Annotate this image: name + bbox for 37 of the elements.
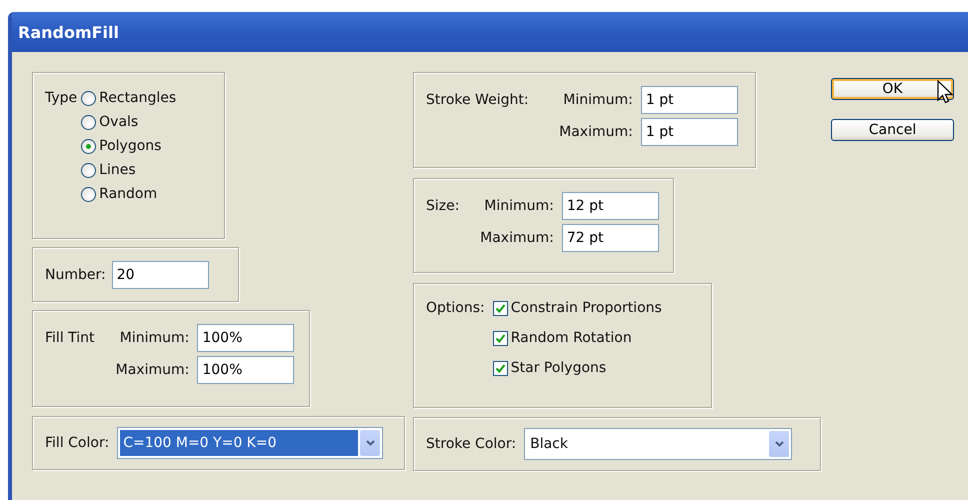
fill-tint-label: Fill Tint xyxy=(45,330,96,346)
radio-option[interactable]: Ovals xyxy=(81,114,176,130)
fill-color-label: Fill Color: xyxy=(45,435,110,451)
size-label: Size: xyxy=(426,198,460,214)
checkbox-option[interactable]: Random Rotation xyxy=(492,330,662,346)
options-label: Options: xyxy=(426,300,485,318)
maximum-label: Maximum: xyxy=(479,230,554,246)
minimum-field[interactable]: 100% xyxy=(197,324,294,352)
cancel-button[interactable]: Cancel xyxy=(831,119,954,141)
maximum-field[interactable]: 1 pt xyxy=(640,118,738,146)
number-field[interactable]: 20 xyxy=(112,260,209,288)
mouse-pointer-icon xyxy=(937,80,953,104)
stroke-color-dropdown[interactable]: Black xyxy=(524,428,792,460)
maximum-field[interactable]: 72 pt xyxy=(562,224,659,252)
radio-option[interactable]: Rectangles xyxy=(81,90,176,106)
fill-color-dropdown[interactable]: C=100 M=0 Y=0 K=0 xyxy=(117,427,384,459)
dropdown-value: C=100 M=0 Y=0 K=0 xyxy=(120,430,358,456)
radio-option[interactable]: Lines xyxy=(81,162,176,178)
checkbox-option[interactable]: Constrain Proportions xyxy=(492,300,662,316)
minimum-label: Minimum: xyxy=(483,198,554,214)
maximum-field[interactable]: 100% xyxy=(197,356,294,384)
stroke-color-label: Stroke Color: xyxy=(426,436,516,452)
minimum-label: Minimum: xyxy=(562,92,633,108)
dropdown-value: Black xyxy=(529,435,569,454)
radio-option[interactable]: Random xyxy=(81,186,176,202)
radio-option[interactable]: Polygons xyxy=(81,138,176,154)
maximum-label: Maximum: xyxy=(558,124,633,140)
minimum-field[interactable]: 12 pt xyxy=(562,192,659,220)
maximum-label: Maximum: xyxy=(114,362,190,378)
minimum-label: Minimum: xyxy=(118,330,190,346)
number-label: Number: xyxy=(45,266,106,282)
stroke-weight-label: Stroke Weight: xyxy=(426,92,530,108)
type-label: Type xyxy=(45,90,78,108)
checkbox-option[interactable]: Star Polygons xyxy=(492,360,662,376)
window-title: RandomFill xyxy=(18,22,120,42)
minimum-field[interactable]: 1 pt xyxy=(640,86,738,114)
ok-button[interactable]: OK xyxy=(831,78,954,100)
